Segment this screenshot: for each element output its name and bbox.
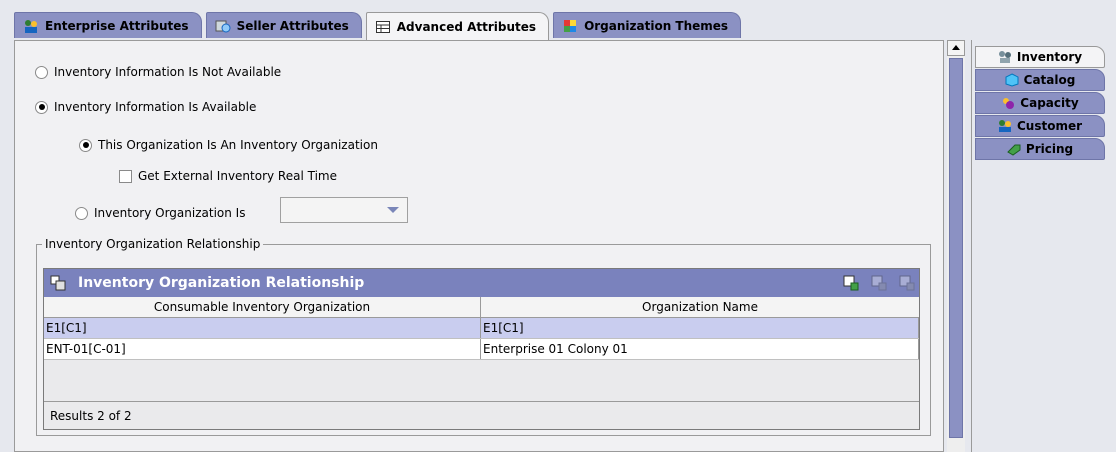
grid-footer: Results 2 of 2 <box>44 401 919 429</box>
advanced-attributes-panel: Inventory Information Is Not Available I… <box>14 40 944 452</box>
table-icon <box>375 20 390 33</box>
grid-header: Inventory Organization Relationship <box>44 269 919 297</box>
grid-column-headers: Consumable Inventory Organization Organi… <box>44 297 919 318</box>
side-tab-bar: Inventory Catalog Capacity Customer Pric… <box>975 46 1105 161</box>
tab-organization-themes[interactable]: Organization Themes <box>553 12 742 38</box>
table-row[interactable]: ENT-01[C-01] Enterprise 01 Colony 01 <box>44 339 919 360</box>
option-label: Inventory Organization Is <box>94 206 246 220</box>
grid-title: Inventory Organization Relationship <box>78 275 365 291</box>
inventory-icon <box>998 51 1011 63</box>
inventory-organization-is-option[interactable]: Inventory Organization Is <box>75 206 245 220</box>
catalog-icon <box>1005 73 1019 87</box>
grid-toolbar <box>843 275 915 291</box>
side-tab-catalog[interactable]: Catalog <box>975 69 1105 91</box>
chevron-down-icon[interactable] <box>387 207 399 213</box>
option-label: Inventory Information Is Not Available <box>54 65 282 79</box>
vertical-scrollbar[interactable] <box>947 40 965 452</box>
side-tab-label: Capacity <box>1020 96 1079 110</box>
table-cell: E1[C1] <box>44 318 481 338</box>
group-label: Inventory Organization Relationship <box>42 237 264 251</box>
radio-button[interactable] <box>35 65 48 79</box>
tab-label: Organization Themes <box>584 18 729 33</box>
inventory-relationship-group: Inventory Organization Relationship Inve… <box>36 237 931 436</box>
table-cell: E1[C1] <box>481 318 919 338</box>
add-relationship-icon[interactable] <box>843 275 859 291</box>
table-cell: ENT-01[C-01] <box>44 339 481 359</box>
checkbox-label: Get External Inventory Real Time <box>138 169 337 183</box>
side-tab-label: Pricing <box>1025 142 1074 156</box>
side-tab-inventory[interactable]: Inventory <box>975 46 1105 68</box>
get-external-inventory-checkbox[interactable]: Get External Inventory Real Time <box>119 169 337 183</box>
org-relationship-icon <box>50 275 66 291</box>
side-tab-label: Inventory <box>1016 50 1083 64</box>
table-cell: Enterprise 01 Colony 01 <box>481 339 919 359</box>
option-label: Inventory Information Is Available <box>54 100 257 114</box>
inventory-organization-select[interactable] <box>280 197 408 223</box>
scroll-up-button[interactable] <box>947 40 965 56</box>
radio-button[interactable] <box>79 138 92 152</box>
enterprise-icon <box>25 19 37 33</box>
tab-seller-attributes[interactable]: Seller Attributes <box>205 12 362 38</box>
edit-relationship-icon[interactable] <box>871 275 887 291</box>
customer-icon <box>998 120 1011 132</box>
tab-label: Enterprise Attributes <box>45 18 189 33</box>
themes-icon <box>564 19 577 32</box>
tab-advanced-attributes[interactable]: Advanced Attributes <box>365 12 550 40</box>
radio-button[interactable] <box>75 206 88 220</box>
checkbox[interactable] <box>119 169 132 183</box>
top-tab-bar: Enterprise Attributes Seller Attributes … <box>14 12 745 40</box>
side-tab-customer[interactable]: Customer <box>975 115 1105 137</box>
capacity-icon <box>1003 98 1015 109</box>
side-tab-label: Customer <box>1016 119 1083 133</box>
option-label: This Organization Is An Inventory Organi… <box>98 138 378 152</box>
results-count: Results 2 of 2 <box>50 408 132 423</box>
pricing-icon <box>1007 144 1021 156</box>
delete-relationship-icon[interactable] <box>899 275 915 291</box>
relationship-grid: Inventory Organization Relationship Cons… <box>43 268 920 430</box>
tab-label: Seller Attributes <box>236 18 349 33</box>
inventory-organization-option[interactable]: This Organization Is An Inventory Organi… <box>79 138 378 152</box>
seller-icon <box>215 20 231 32</box>
side-tab-label: Catalog <box>1023 73 1076 87</box>
column-header-organization-name[interactable]: Organization Name <box>481 297 919 317</box>
column-header-consumable[interactable]: Consumable Inventory Organization <box>44 297 481 317</box>
inventory-available-option[interactable]: Inventory Information Is Available <box>35 100 256 114</box>
side-tab-capacity[interactable]: Capacity <box>975 92 1105 114</box>
inventory-not-available-option[interactable]: Inventory Information Is Not Available <box>35 65 281 79</box>
tab-label: Advanced Attributes <box>396 19 537 34</box>
radio-button[interactable] <box>35 100 48 114</box>
divider <box>971 40 972 452</box>
table-row[interactable]: E1[C1] E1[C1] <box>44 318 919 339</box>
tab-enterprise-attributes[interactable]: Enterprise Attributes <box>14 12 202 38</box>
scroll-thumb[interactable] <box>949 58 963 438</box>
side-tab-pricing[interactable]: Pricing <box>975 138 1105 160</box>
